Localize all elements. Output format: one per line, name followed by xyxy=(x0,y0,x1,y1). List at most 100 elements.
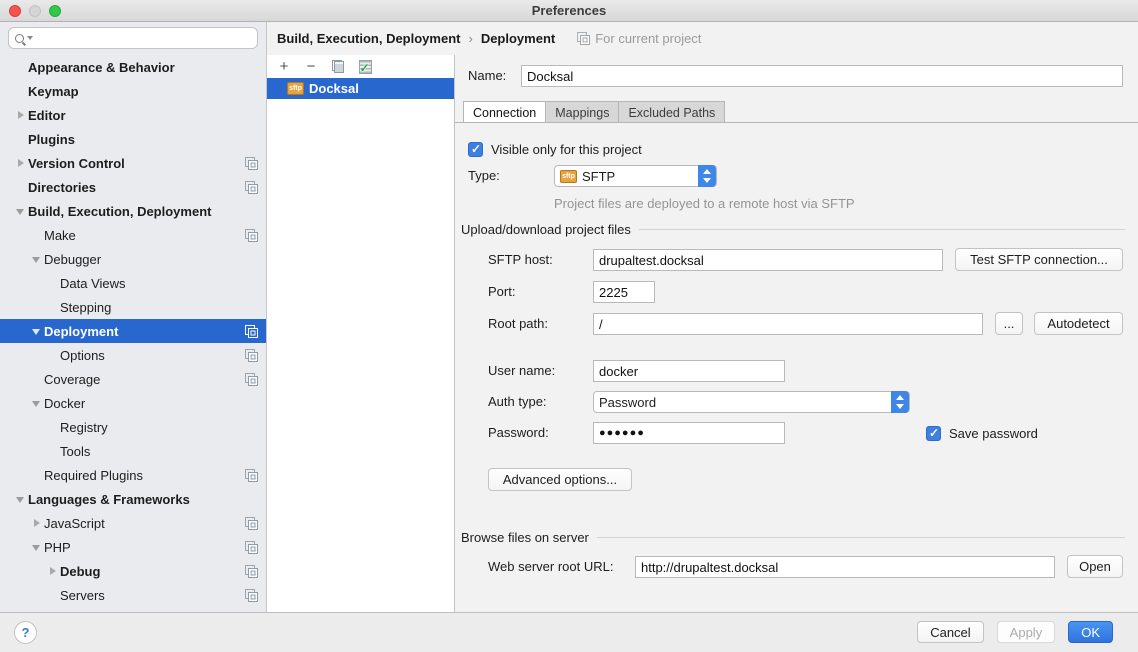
name-input[interactable] xyxy=(521,65,1123,87)
sidebar-item-javascript[interactable]: JavaScript xyxy=(0,511,266,535)
use-as-default-button[interactable] xyxy=(357,59,373,75)
type-hint: Project files are deployed to a remote h… xyxy=(554,196,855,211)
sidebar-item-php[interactable]: PHP xyxy=(0,535,266,559)
chevron-down-icon[interactable] xyxy=(14,492,28,506)
breadcrumb-parent[interactable]: Build, Execution, Deployment xyxy=(277,31,460,46)
add-server-button[interactable]: + xyxy=(276,59,292,75)
settings-tree: Appearance & Behavior KeymapEditorPlugins… xyxy=(0,55,266,607)
test-sftp-connection-button[interactable]: Test SFTP connection... xyxy=(955,248,1123,271)
save-password-checkbox[interactable] xyxy=(926,426,941,441)
sidebar-item-label: PHP xyxy=(44,540,71,555)
sidebar-item-coverage[interactable]: Coverage xyxy=(0,367,266,391)
root-path-label: Root path: xyxy=(488,313,548,335)
section-divider xyxy=(639,229,1125,230)
password-label: Password: xyxy=(488,422,549,444)
user-name-input[interactable] xyxy=(593,360,785,382)
check-page-icon xyxy=(359,60,372,74)
tree-indent xyxy=(46,276,60,290)
breadcrumb: Build, Execution, Deployment › Deploymen… xyxy=(267,22,1138,55)
help-button[interactable]: ? xyxy=(14,621,37,644)
chevron-right-icon[interactable] xyxy=(30,516,44,530)
sidebar-item-editor[interactable]: Editor xyxy=(0,103,266,127)
project-level-icon xyxy=(245,325,258,338)
sidebar-item-build-execution-deployment[interactable]: Build, Execution, Deployment xyxy=(0,199,266,223)
tab-mappings[interactable]: Mappings xyxy=(546,101,619,123)
sidebar-item-deployment[interactable]: Deployment xyxy=(0,319,266,343)
select-stepper-icon[interactable] xyxy=(891,391,909,413)
project-level-icon xyxy=(245,565,258,578)
tree-indent xyxy=(46,420,60,434)
tree-indent xyxy=(30,228,44,242)
upload-section-header: Upload/download project files xyxy=(461,222,1125,237)
web-root-label: Web server root URL: xyxy=(488,556,613,578)
sidebar-item-version-control[interactable]: Version Control xyxy=(0,151,266,175)
breadcrumb-current: Deployment xyxy=(481,31,555,46)
tree-indent xyxy=(14,132,28,146)
ok-button[interactable]: OK xyxy=(1068,621,1113,643)
tree-indent xyxy=(14,60,28,74)
for-current-project-badge: For current project xyxy=(577,31,701,46)
sidebar-item-options[interactable]: Options xyxy=(0,343,266,367)
select-stepper-icon[interactable] xyxy=(698,165,716,187)
search-options-chevron-icon[interactable] xyxy=(27,36,33,40)
sidebar-item-label: Registry xyxy=(60,420,108,435)
sidebar-item-servers[interactable]: Servers xyxy=(0,583,266,607)
title-bar: Preferences xyxy=(0,0,1138,22)
sidebar-item-appearance-behavior[interactable]: Appearance & Behavior xyxy=(0,55,266,79)
port-input[interactable] xyxy=(593,281,655,303)
sidebar-item-debug[interactable]: Debug xyxy=(0,559,266,583)
type-select[interactable]: sftp SFTP xyxy=(554,165,717,187)
sidebar-item-data-views[interactable]: Data Views xyxy=(0,271,266,295)
chevron-down-icon[interactable] xyxy=(30,540,44,554)
cancel-button[interactable]: Cancel xyxy=(917,621,983,643)
chevron-right-icon[interactable] xyxy=(14,156,28,170)
sidebar-item-keymap[interactable]: Keymap xyxy=(0,79,266,103)
sidebar-item-plugins[interactable]: Plugins xyxy=(0,127,266,151)
server-list-panel: + − sftpDocksal xyxy=(267,55,455,612)
name-label: Name: xyxy=(468,65,506,87)
auth-type-select[interactable]: Password xyxy=(593,391,910,413)
chevron-down-icon[interactable] xyxy=(30,324,44,338)
chevron-right-icon[interactable] xyxy=(46,564,60,578)
chevron-right-icon[interactable] xyxy=(14,108,28,122)
project-level-icon xyxy=(245,157,258,170)
sidebar-item-stepping[interactable]: Stepping xyxy=(0,295,266,319)
root-path-input[interactable] xyxy=(593,313,983,335)
apply-button[interactable]: Apply xyxy=(997,621,1056,643)
advanced-options-button[interactable]: Advanced options... xyxy=(488,468,632,491)
remove-server-button[interactable]: − xyxy=(303,59,319,75)
search-input[interactable] xyxy=(8,27,258,49)
sidebar-item-label: JavaScript xyxy=(44,516,105,531)
browse-root-path-button[interactable]: ... xyxy=(995,312,1023,335)
sidebar-item-label: Servers xyxy=(60,588,105,603)
sidebar-item-required-plugins[interactable]: Required Plugins xyxy=(0,463,266,487)
server-item-docksal[interactable]: sftpDocksal xyxy=(267,78,454,99)
sidebar-item-docker[interactable]: Docker xyxy=(0,391,266,415)
sidebar-item-registry[interactable]: Registry xyxy=(0,415,266,439)
chevron-down-icon[interactable] xyxy=(30,396,44,410)
open-url-button[interactable]: Open xyxy=(1067,555,1123,578)
visible-only-checkbox[interactable] xyxy=(468,142,483,157)
chevron-down-icon[interactable] xyxy=(14,204,28,218)
autodetect-button[interactable]: Autodetect xyxy=(1034,312,1123,335)
sidebar-item-make[interactable]: Make xyxy=(0,223,266,247)
tree-indent xyxy=(30,468,44,482)
sidebar-item-tools[interactable]: Tools xyxy=(0,439,266,463)
copy-server-button[interactable] xyxy=(330,59,346,75)
sidebar-item-languages-frameworks[interactable]: Languages & Frameworks xyxy=(0,487,266,511)
port-label: Port: xyxy=(488,281,515,303)
sftp-icon: sftp xyxy=(287,82,304,95)
sidebar-item-debugger[interactable]: Debugger xyxy=(0,247,266,271)
copy-icon xyxy=(332,60,344,73)
tab-connection[interactable]: Connection xyxy=(463,101,546,123)
project-level-icon xyxy=(245,229,258,242)
sidebar-item-directories[interactable]: Directories xyxy=(0,175,266,199)
sidebar-item-label: Appearance & Behavior xyxy=(28,60,175,75)
sftp-host-input[interactable] xyxy=(593,249,943,271)
web-root-input[interactable] xyxy=(635,556,1055,578)
password-input[interactable] xyxy=(593,422,785,444)
chevron-down-icon[interactable] xyxy=(30,252,44,266)
window-title: Preferences xyxy=(0,3,1138,18)
tab-excluded-paths[interactable]: Excluded Paths xyxy=(619,101,725,123)
sidebar-item-label: Stepping xyxy=(60,300,111,315)
